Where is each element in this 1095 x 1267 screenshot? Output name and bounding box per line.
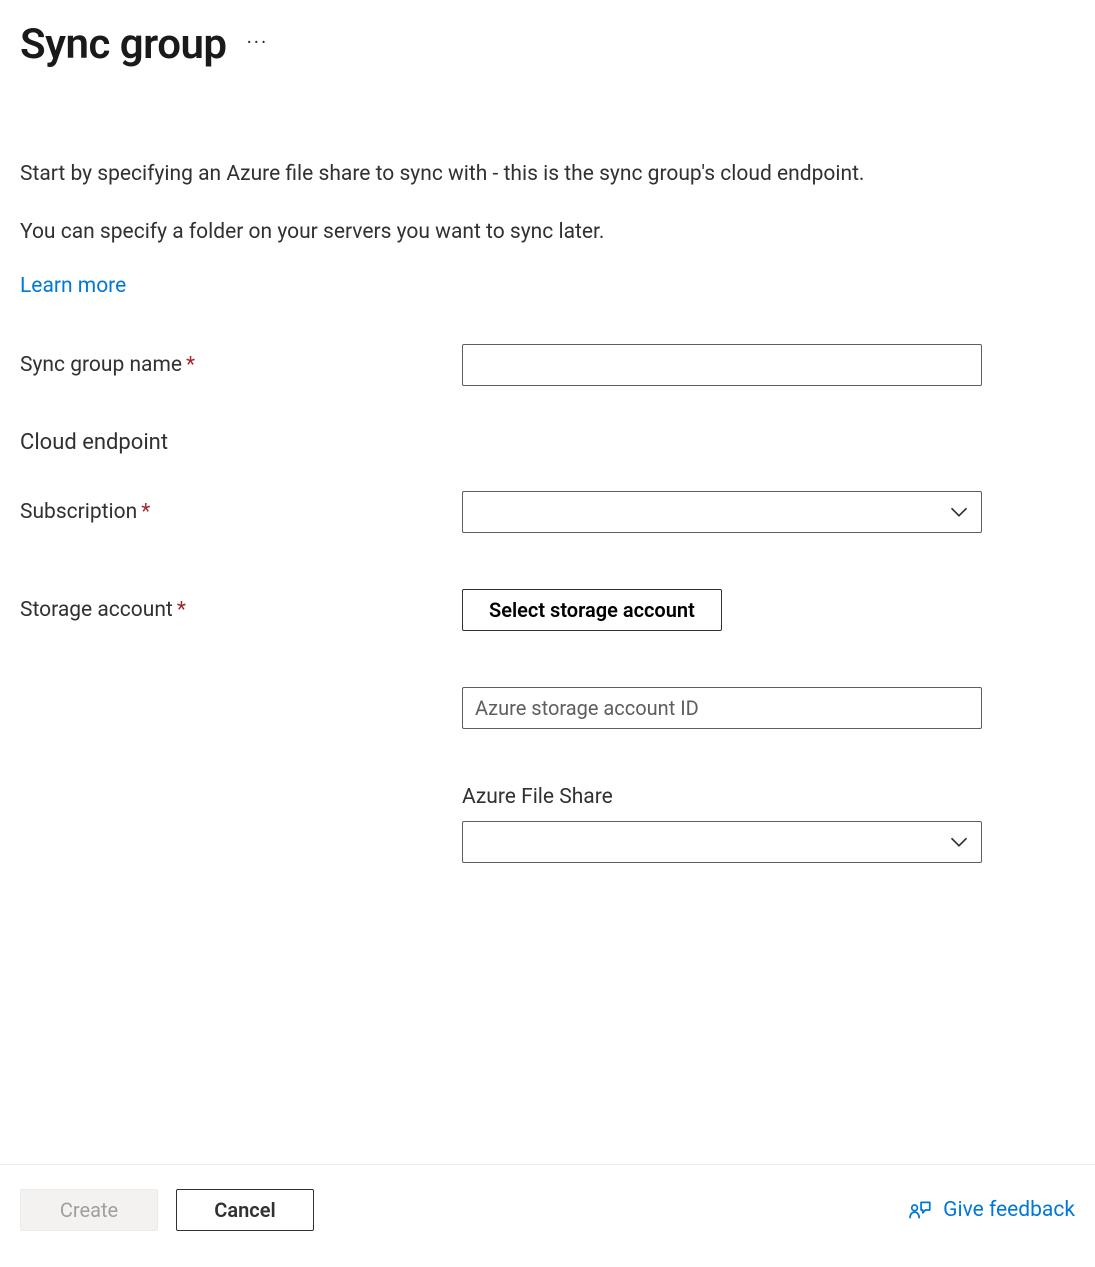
more-icon[interactable]: ··· <box>247 30 269 60</box>
azure-file-share-dropdown[interactable] <box>462 821 982 863</box>
select-storage-account-button[interactable]: Select storage account <box>462 589 722 631</box>
give-feedback-label: Give feedback <box>943 1198 1075 1222</box>
intro-line-2: You can specify a folder on your servers… <box>20 217 1075 249</box>
page-title: Sync group <box>20 20 227 69</box>
sync-group-name-input[interactable] <box>462 344 982 386</box>
intro-line-1: Start by specifying an Azure file share … <box>20 159 1075 191</box>
subscription-label: Subscription* <box>20 500 462 524</box>
required-indicator: * <box>177 598 186 622</box>
cloud-endpoint-heading: Cloud endpoint <box>20 430 1075 455</box>
required-indicator: * <box>141 500 150 524</box>
required-indicator: * <box>186 353 195 377</box>
subscription-dropdown[interactable] <box>462 491 982 533</box>
sync-group-name-label: Sync group name* <box>20 353 462 377</box>
chevron-down-icon <box>949 502 969 522</box>
storage-account-id-input[interactable] <box>462 687 982 729</box>
feedback-icon <box>907 1197 933 1223</box>
chevron-down-icon <box>949 832 969 852</box>
learn-more-link[interactable]: Learn more <box>20 274 126 298</box>
cancel-button[interactable]: Cancel <box>176 1189 314 1231</box>
give-feedback-link[interactable]: Give feedback <box>907 1197 1075 1223</box>
footer: Create Cancel Give feedback <box>0 1164 1095 1267</box>
azure-file-share-label: Azure File Share <box>462 785 982 809</box>
storage-account-label: Storage account* <box>20 598 462 622</box>
create-button[interactable]: Create <box>20 1189 158 1231</box>
